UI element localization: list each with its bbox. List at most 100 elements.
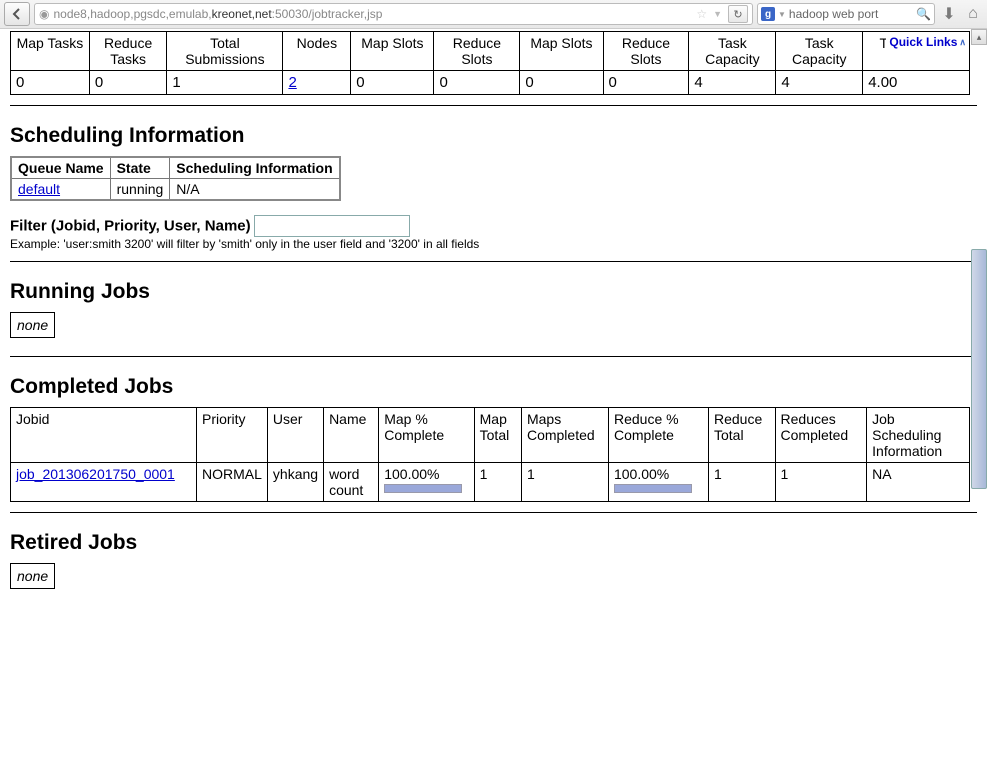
heading-running-jobs: Running Jobs: [10, 280, 977, 304]
heading-completed-jobs: Completed Jobs: [10, 375, 977, 399]
col-queue-name: Queue Name: [11, 157, 110, 179]
cell: 1: [167, 71, 283, 95]
table-row: Queue Name State Scheduling Information: [11, 157, 340, 179]
chevron-up-icon: ∧: [959, 37, 966, 48]
col-reduce-tasks: Reduce Tasks: [89, 32, 167, 71]
dropdown-icon[interactable]: ▼: [713, 9, 722, 19]
cell: N/A: [170, 179, 340, 201]
cell: running: [110, 179, 170, 201]
cell: 0: [434, 71, 520, 95]
browser-toolbar: ◉ node8,hadoop,pgsdc,emulab,kreonet,net:…: [0, 0, 987, 29]
bookmark-star-icon[interactable]: ☆: [696, 7, 707, 21]
col-jobid: Jobid: [11, 408, 197, 463]
cell: 0: [11, 71, 90, 95]
nodes-link[interactable]: 2: [288, 74, 296, 91]
filter-input[interactable]: [254, 215, 410, 237]
completed-jobs-table: Jobid Priority User Name Map % Complete …: [10, 407, 970, 502]
content-area: Quick Links ∧ ▴ Map Tasks Reduce Tasks T…: [0, 29, 987, 756]
reduce-pct-text: 100.00%: [614, 466, 669, 482]
cell: default: [11, 179, 110, 201]
col-sched-info: Scheduling Information: [170, 157, 340, 179]
jobid-link[interactable]: job_201306201750_0001: [16, 466, 175, 482]
heading-scheduling: Scheduling Information: [10, 124, 977, 148]
cell: 1: [709, 463, 776, 502]
reduce-progress-bar: [614, 484, 692, 493]
col-total-submissions: Total Submissions: [167, 32, 283, 71]
table-row: Map Tasks Reduce Tasks Total Submissions…: [11, 32, 970, 71]
cell: job_201306201750_0001: [11, 463, 197, 502]
divider: [10, 356, 977, 357]
arrow-left-icon: [11, 8, 23, 20]
col-reduces-completed: Reduces Completed: [775, 408, 867, 463]
cell: NORMAL: [197, 463, 268, 502]
col-job-sched-info: Job Scheduling Information: [867, 408, 970, 463]
cell: 1: [474, 463, 521, 502]
cell: 2: [283, 71, 351, 95]
cell: yhkang: [267, 463, 323, 502]
search-icon[interactable]: 🔍: [916, 7, 931, 21]
table-row: Jobid Priority User Name Map % Complete …: [11, 408, 970, 463]
cell: 1: [521, 463, 608, 502]
globe-icon: ◉: [39, 7, 49, 21]
divider: [10, 512, 977, 513]
search-bar[interactable]: g ▼ hadoop web port 🔍: [757, 3, 935, 25]
search-query: hadoop web port: [789, 7, 913, 21]
col-nodes: Nodes: [283, 32, 351, 71]
col-task-capacity: Task Capacity: [689, 32, 776, 71]
col-map-slots-2: Map Slots: [520, 32, 603, 71]
scrollbar-up-button[interactable]: ▴: [971, 29, 987, 45]
download-icon[interactable]: ⬇: [939, 4, 959, 24]
cell: word count: [324, 463, 379, 502]
url-text: node8,hadoop,pgsdc,emulab,kreonet,net:50…: [53, 7, 382, 21]
col-priority: Priority: [197, 408, 268, 463]
map-pct-text: 100.00%: [384, 466, 439, 482]
col-maps-completed: Maps Completed: [521, 408, 608, 463]
cell: 4.00: [863, 71, 970, 95]
col-state: State: [110, 157, 170, 179]
col-task-capacity-2: Task Capacity: [776, 32, 863, 71]
col-user: User: [267, 408, 323, 463]
col-map-tasks: Map Tasks: [11, 32, 90, 71]
col-map-slots: Map Slots: [351, 32, 434, 71]
cell: 1: [775, 463, 867, 502]
col-name: Name: [324, 408, 379, 463]
filter-label: Filter (Jobid, Priority, User, Name): [10, 218, 251, 235]
table-row: job_201306201750_0001 NORMAL yhkang word…: [11, 463, 970, 502]
cell: 0: [351, 71, 434, 95]
home-icon[interactable]: ⌂: [963, 5, 983, 23]
cell: 0: [89, 71, 167, 95]
cell: 0: [603, 71, 689, 95]
table-row: default running N/A: [11, 179, 340, 201]
google-icon: g: [761, 7, 775, 21]
cell: 4: [689, 71, 776, 95]
cell: 100.00%: [608, 463, 708, 502]
divider: [10, 105, 977, 106]
scrollbar-thumb[interactable]: [971, 249, 987, 489]
col-reduce-total: Reduce Total: [709, 408, 776, 463]
col-reduce-slots-2: Reduce Slots: [603, 32, 689, 71]
map-progress-bar: [384, 484, 462, 493]
col-map-pct: Map % Complete: [379, 408, 474, 463]
col-reduce-pct: Reduce % Complete: [608, 408, 708, 463]
search-dropdown-icon[interactable]: ▼: [778, 10, 786, 19]
running-jobs-none: none: [10, 312, 55, 338]
cell: NA: [867, 463, 970, 502]
cell: 0: [520, 71, 603, 95]
back-button[interactable]: [4, 2, 30, 26]
table-row: 0 0 1 2 0 0 0 0 4 4 4.00: [11, 71, 970, 95]
cell: 100.00%: [379, 463, 474, 502]
retired-jobs-none: none: [10, 563, 55, 589]
reload-icon: ↻: [733, 8, 742, 21]
cell: 4: [776, 71, 863, 95]
cluster-summary-table: Map Tasks Reduce Tasks Total Submissions…: [10, 31, 970, 95]
reload-button[interactable]: ↻: [728, 5, 748, 23]
scheduling-table: Queue Name State Scheduling Information …: [10, 156, 341, 201]
quick-links[interactable]: Quick Links ∧: [886, 35, 969, 49]
queue-link[interactable]: default: [18, 181, 60, 197]
col-reduce-slots: Reduce Slots: [434, 32, 520, 71]
col-map-total: Map Total: [474, 408, 521, 463]
url-bar[interactable]: ◉ node8,hadoop,pgsdc,emulab,kreonet,net:…: [34, 3, 753, 25]
filter-example: Example: 'user:smith 3200' will filter b…: [10, 237, 977, 251]
divider: [10, 261, 977, 262]
heading-retired-jobs: Retired Jobs: [10, 531, 977, 555]
